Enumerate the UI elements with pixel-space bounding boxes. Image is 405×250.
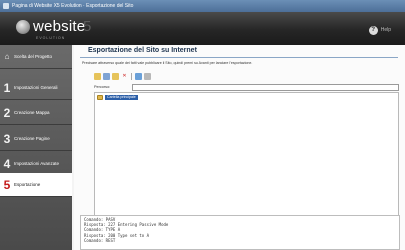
window-titlebar: Pagina di Website X5 Evolution · Esporta… — [0, 0, 405, 12]
sidebar-item-creazione-mappa[interactable]: 2 Creazione Mappa — [0, 101, 72, 125]
step-number: 4 — [3, 156, 11, 171]
step-number: 1 — [3, 80, 11, 95]
sidebar-item-label: Creazione Mappa — [14, 110, 50, 115]
window-title: Pagina di Website X5 Evolution · Esporta… — [12, 3, 134, 9]
sidebar-item-label: Esportazione — [14, 182, 41, 187]
step-number: 5 — [3, 177, 11, 192]
help-icon: ? — [368, 25, 378, 35]
log-line: Comando: REST — [84, 237, 116, 243]
logo-icon — [16, 20, 30, 34]
page-title: Esportazione del Sito su Internet — [88, 47, 197, 54]
refresh-icon[interactable] — [135, 73, 142, 80]
app-icon — [3, 3, 9, 9]
main-panel: Esportazione del Sito su Internet Precis… — [74, 45, 405, 250]
path-input[interactable] — [132, 83, 399, 91]
logo-number: 5 — [83, 18, 92, 35]
sidebar-item-label: Impostazioni Generali — [14, 85, 58, 90]
help-label: Help — [380, 27, 391, 33]
delete-icon[interactable]: ✕ — [121, 73, 128, 80]
title-divider — [80, 57, 398, 58]
toolbar-separator — [131, 73, 132, 80]
sidebar-item-label: Creazione Pagine — [14, 136, 50, 141]
path-row: Percorso: — [94, 83, 399, 91]
step-number: 2 — [3, 105, 11, 120]
properties-icon[interactable] — [144, 73, 151, 80]
sidebar-item-impostazioni-generali[interactable]: 1 Impostazioni Generali — [0, 76, 72, 100]
logo-subtitle: EVOLUTION — [36, 36, 66, 40]
instructions-text: Precisare attraverso quale dei fatti val… — [82, 61, 253, 65]
sidebar-item-label: Impostazioni Avanzate — [14, 161, 59, 166]
ftp-log[interactable]: Comando: PASV Risposta: 227 Entering Pas… — [80, 215, 400, 250]
home-icon: ⌂ — [4, 52, 10, 61]
open-folder-icon[interactable] — [112, 73, 119, 80]
app-window: Pagina di Website X5 Evolution · Esporta… — [0, 0, 405, 250]
step-number: 3 — [3, 131, 11, 146]
app-header: website 5 EVOLUTION ? Help — [0, 12, 405, 45]
help-button[interactable]: ? Help — [368, 24, 391, 36]
tree-item-label: Cartella principale — [105, 95, 138, 100]
tree-toolbar: ✕ — [94, 72, 151, 81]
upload-icon[interactable] — [103, 73, 110, 80]
tree-item-root[interactable]: Cartella principale — [97, 95, 138, 100]
sidebar-item-label: Scelta del Progetto — [14, 54, 53, 59]
sidebar-nav: ⌂ Scelta del Progetto 1 Impostazioni Gen… — [0, 45, 72, 250]
new-folder-icon[interactable] — [94, 73, 101, 80]
path-label: Percorso: — [94, 85, 111, 89]
sidebar-item-creazione-pagine[interactable]: 3 Creazione Pagine — [0, 127, 72, 151]
logo-text: website — [33, 18, 86, 35]
sidebar-item-scelta-progetto[interactable]: ⌂ Scelta del Progetto — [0, 45, 72, 69]
sidebar-item-esportazione[interactable]: 5 Esportazione — [0, 173, 72, 197]
folder-icon — [97, 95, 103, 100]
